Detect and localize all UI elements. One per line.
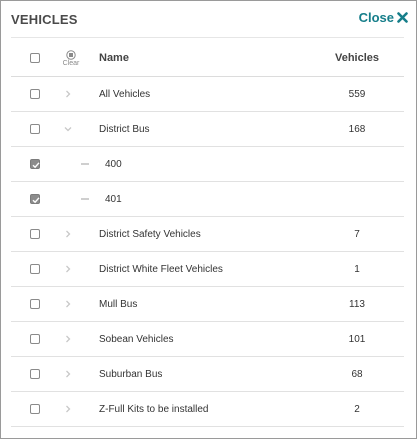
panel-title: VEHICLES <box>11 12 78 27</box>
close-icon <box>397 12 408 23</box>
row-checkbox[interactable] <box>30 404 40 414</box>
row-checkbox-checked[interactable] <box>30 159 40 169</box>
row-name: All Vehicles <box>99 89 151 100</box>
row-checkbox[interactable] <box>30 89 40 99</box>
row-checkbox[interactable] <box>30 229 40 239</box>
table-row[interactable]: Mull Bus 113 <box>11 287 404 322</box>
row-name: Z-Full Kits to be installed <box>99 404 209 415</box>
close-button[interactable]: Close <box>359 10 408 25</box>
table-row[interactable]: Suburban Bus 68 <box>11 357 404 392</box>
chevron-right-icon[interactable] <box>63 264 73 274</box>
table-body: All Vehicles 559 District Bus 168 400 401 Dist… <box>11 77 404 427</box>
row-vehicle-count: 2 <box>354 404 360 415</box>
chevron-down-icon[interactable] <box>63 124 73 134</box>
row-name: Sobean Vehicles <box>99 334 174 345</box>
row-checkbox-checked[interactable] <box>30 194 40 204</box>
table-header: Clear Name Vehicles <box>11 37 404 77</box>
chevron-right-icon[interactable] <box>63 229 73 239</box>
table-row[interactable]: District Safety Vehicles 7 <box>11 217 404 252</box>
row-name: District Bus <box>99 124 150 135</box>
row-vehicle-count: 168 <box>348 124 366 135</box>
select-all-checkbox[interactable] <box>30 53 40 63</box>
clear-label: Clear <box>62 60 80 67</box>
row-vehicle-count: 559 <box>348 89 366 100</box>
checkmark-icon <box>32 162 40 169</box>
table-row[interactable]: Z-Full Kits to be installed 2 <box>11 392 404 427</box>
table-row[interactable]: All Vehicles 559 <box>11 77 404 112</box>
tree-dash-icon <box>81 198 89 200</box>
table-row[interactable]: District Bus 168 <box>11 112 404 147</box>
row-checkbox[interactable] <box>30 124 40 134</box>
tree-dash-icon <box>81 163 89 165</box>
checkmark-icon <box>32 197 40 204</box>
chevron-right-icon[interactable] <box>63 89 73 99</box>
clear-icon <box>66 50 76 60</box>
vehicles-table: Clear Name Vehicles All Vehicles 559 Distr… <box>11 37 404 427</box>
table-row[interactable]: Sobean Vehicles 101 <box>11 322 404 357</box>
row-name: 401 <box>105 194 122 205</box>
row-vehicle-count: 68 <box>351 369 363 380</box>
row-vehicle-count: 101 <box>348 334 366 345</box>
row-name: 400 <box>105 159 122 170</box>
chevron-right-icon[interactable] <box>63 334 73 344</box>
panel-header: VEHICLES Close <box>1 1 416 35</box>
clear-button[interactable]: Clear <box>60 50 82 67</box>
close-label: Close <box>358 10 394 25</box>
table-row[interactable]: District White Fleet Vehicles 1 <box>11 252 404 287</box>
column-header-vehicles[interactable]: Vehicles <box>317 52 397 64</box>
row-checkbox[interactable] <box>30 334 40 344</box>
vehicles-panel: VEHICLES Close Clear Name Vehicles All V… <box>0 0 417 439</box>
chevron-right-icon[interactable] <box>63 404 73 414</box>
row-name: Suburban Bus <box>99 369 163 380</box>
row-checkbox[interactable] <box>30 299 40 309</box>
table-row[interactable]: 400 <box>11 147 404 182</box>
row-vehicle-count: 1 <box>354 264 360 275</box>
row-vehicle-count: 7 <box>354 229 360 240</box>
row-checkbox[interactable] <box>30 264 40 274</box>
chevron-right-icon[interactable] <box>63 299 73 309</box>
row-name: District Safety Vehicles <box>99 229 201 240</box>
chevron-right-icon[interactable] <box>63 369 73 379</box>
table-row[interactable]: 401 <box>11 182 404 217</box>
row-name: Mull Bus <box>99 299 138 310</box>
row-vehicle-count: 113 <box>349 299 365 310</box>
row-checkbox[interactable] <box>30 369 40 379</box>
row-name: District White Fleet Vehicles <box>99 264 223 275</box>
column-header-name[interactable]: Name <box>99 52 129 64</box>
